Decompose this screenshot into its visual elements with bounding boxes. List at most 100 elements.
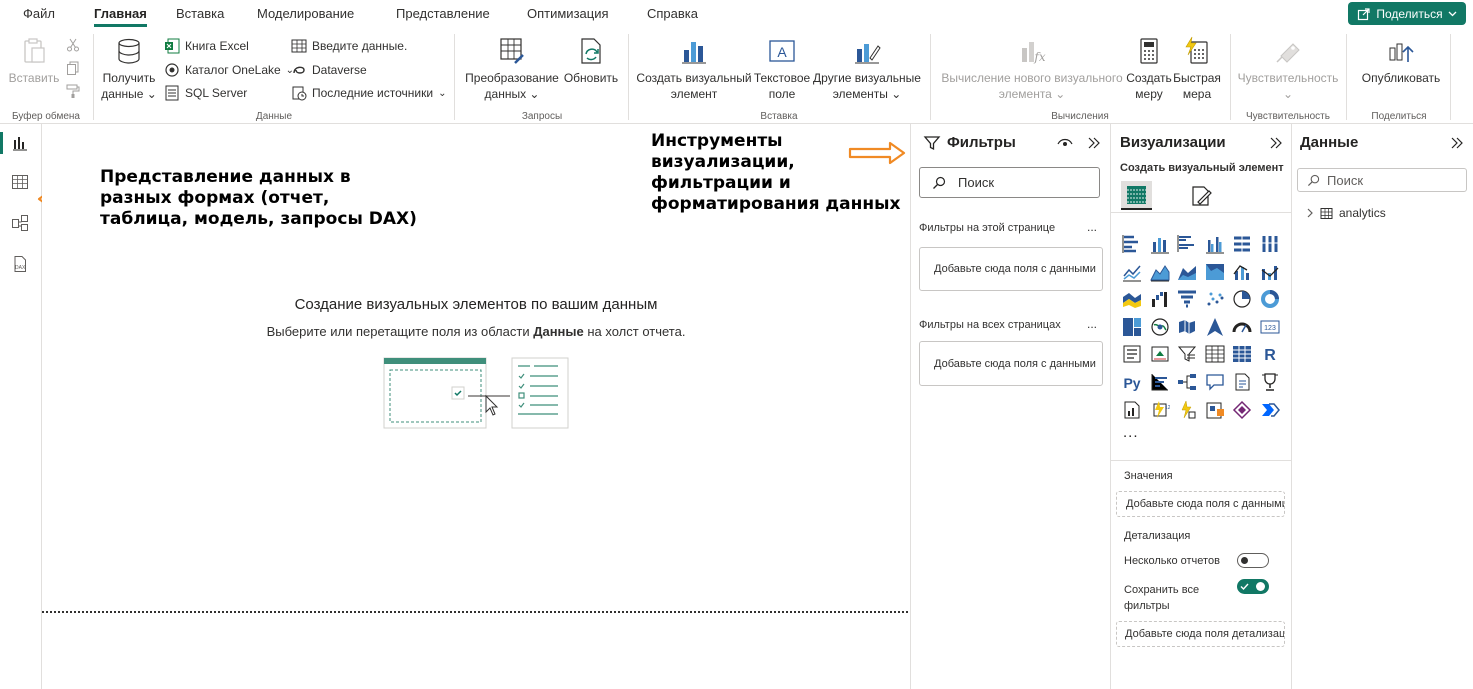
100-stacked-area-chart-icon[interactable] [1205,262,1225,282]
decomposition-tree-icon[interactable] [1177,372,1197,392]
eye-icon[interactable] [1057,136,1073,150]
sensitivity-button[interactable]: Чувствительность ⌄ [1236,36,1340,102]
paste-button[interactable]: Вставить [6,36,62,86]
recent-sources-button[interactable]: Последние источники ⌄ [291,83,446,103]
clustered-bar-chart-icon[interactable] [1177,234,1197,254]
stacked-area-chart-icon[interactable] [1177,262,1197,282]
filled-map-icon[interactable] [1177,317,1197,337]
model-view-icon[interactable] [10,213,30,233]
table-item-analytics[interactable]: analytics [1306,206,1386,220]
refresh-icon [581,38,601,64]
collapse-visualizations-icon[interactable] [1269,136,1283,150]
report-canvas[interactable]: Представление данных в разных формах (от… [42,124,910,689]
tab-optimize[interactable]: Оптимизация [527,6,609,21]
multi-row-card-icon[interactable] [1122,344,1142,364]
area-chart-icon[interactable] [1149,262,1170,282]
onelake-button[interactable]: Каталог OneLake ⌄ [164,60,294,80]
cut-icon[interactable] [66,38,80,52]
drillthrough-drop-zone[interactable]: Добавьте сюда поля детализации [1116,621,1285,647]
get-data-button[interactable]: Получить данные ⌄ [98,36,160,102]
report-view-icon[interactable] [10,133,30,153]
power-apps-visual-icon[interactable] [1232,400,1252,420]
data-search-input[interactable]: Поиск [1297,168,1467,192]
goals-icon[interactable] [1205,400,1225,420]
collapse-data-icon[interactable] [1450,136,1464,150]
python-visual-icon[interactable]: Py [1122,372,1142,392]
metrics-icon[interactable] [1260,372,1280,392]
tab-home[interactable]: Главная [94,6,147,27]
more-visuals-button[interactable]: Другие визуальные элементы ⌄ [812,36,922,102]
tab-file[interactable]: Файл [23,6,55,21]
matrix-icon[interactable] [1232,344,1252,364]
filters-page-drop-zone[interactable]: Добавьте сюда поля с данными [919,247,1103,291]
filters-all-drop-zone[interactable]: Добавьте сюда поля с данными [919,341,1103,386]
share-button[interactable]: Поделиться [1348,2,1466,25]
stacked-bar-chart-icon[interactable] [1122,234,1142,254]
power-automate-icon[interactable] [1177,399,1197,420]
donut-chart-icon[interactable] [1260,289,1280,309]
multi-reports-toggle[interactable] [1237,553,1269,568]
search-icon [933,176,946,189]
format-painter-icon[interactable] [66,84,80,98]
tab-view[interactable]: Представление [396,6,490,21]
azure-map-icon[interactable] [1205,317,1225,337]
clustered-column-chart-icon[interactable] [1205,234,1225,254]
power-apps-icon[interactable]: 123 [1150,400,1170,420]
refresh-button[interactable]: Обновить [562,36,620,86]
format-visual-icon[interactable] [1189,184,1213,208]
enter-data-button[interactable]: Введите данные. [291,36,407,56]
line-chart-icon[interactable] [1122,262,1142,282]
gauge-icon[interactable] [1232,317,1252,337]
card-icon[interactable]: 123 [1260,317,1280,337]
r-visual-icon[interactable]: R [1260,344,1280,364]
funnel-icon[interactable] [1177,289,1197,309]
quick-measure-button[interactable]: Быстрая мера [1172,36,1222,102]
tab-help[interactable]: Справка [647,6,698,21]
more-options-icon[interactable]: ... [1087,220,1097,234]
filters-all-label: Фильтры на всех страницах [919,319,1061,331]
100-stacked-column-chart-icon[interactable] [1260,234,1280,254]
key-influencers-icon[interactable] [1150,372,1170,392]
qa-visual-icon[interactable] [1205,372,1225,392]
treemap-icon[interactable] [1122,317,1142,337]
pie-chart-icon[interactable] [1232,289,1252,309]
stacked-column-chart-icon[interactable] [1150,234,1170,254]
100-stacked-bar-chart-icon[interactable] [1232,234,1252,254]
dax-query-view-icon[interactable]: DAX [10,254,30,274]
textbox-button[interactable]: A Текстовое поле [752,36,812,102]
map-icon[interactable] [1150,317,1170,337]
more-options-icon[interactable]: ... [1087,317,1097,331]
table-view-icon[interactable] [10,172,30,192]
line-and-stacked-column-icon[interactable] [1232,262,1252,282]
values-drop-zone[interactable]: Добавьте сюда поля с данными [1116,491,1285,517]
new-visual-button[interactable]: Создать визуальный элемент [636,36,752,102]
more-visuals-icon[interactable]: ... [1123,424,1139,441]
copy-icon[interactable] [66,61,80,75]
keep-all-filters-toggle[interactable] [1237,579,1269,594]
tab-insert[interactable]: Вставка [176,6,224,21]
excel-button[interactable]: Книга Excel [164,36,249,56]
transform-data-button[interactable]: Преобразование данных ⌄ [462,36,562,102]
power-automate-visual-icon[interactable] [1260,400,1280,420]
data-search-placeholder: Поиск [1327,172,1364,188]
sql-server-button[interactable]: SQL Server [164,83,247,103]
line-and-clustered-column-icon[interactable] [1260,262,1280,282]
dataverse-button[interactable]: Dataverse [291,60,367,80]
build-visual-tab[interactable] [1121,181,1152,210]
slicer-icon[interactable] [1177,344,1197,364]
waterfall-chart-icon[interactable] [1150,289,1170,309]
paginated-report-icon[interactable] [1122,400,1142,420]
tab-modeling[interactable]: Моделирование [257,6,354,21]
share-label: Поделиться [1376,6,1443,21]
collapse-filters-icon[interactable] [1087,136,1101,150]
filters-search-input[interactable]: Поиск [919,167,1100,198]
smart-narrative-icon[interactable] [1232,372,1252,392]
publish-button[interactable]: Опубликовать [1352,36,1450,86]
table-visual-icon[interactable] [1205,344,1225,364]
scatter-chart-icon[interactable] [1205,289,1225,309]
transform-label-1: Преобразование [465,71,559,85]
kpi-icon[interactable] [1150,344,1170,364]
ribbon-chart-icon[interactable] [1122,289,1142,309]
new-measure-button[interactable]: Создать меру [1124,36,1174,102]
new-visual-calc-button[interactable]: fx Вычисление нового визуального элемент… [936,36,1128,102]
